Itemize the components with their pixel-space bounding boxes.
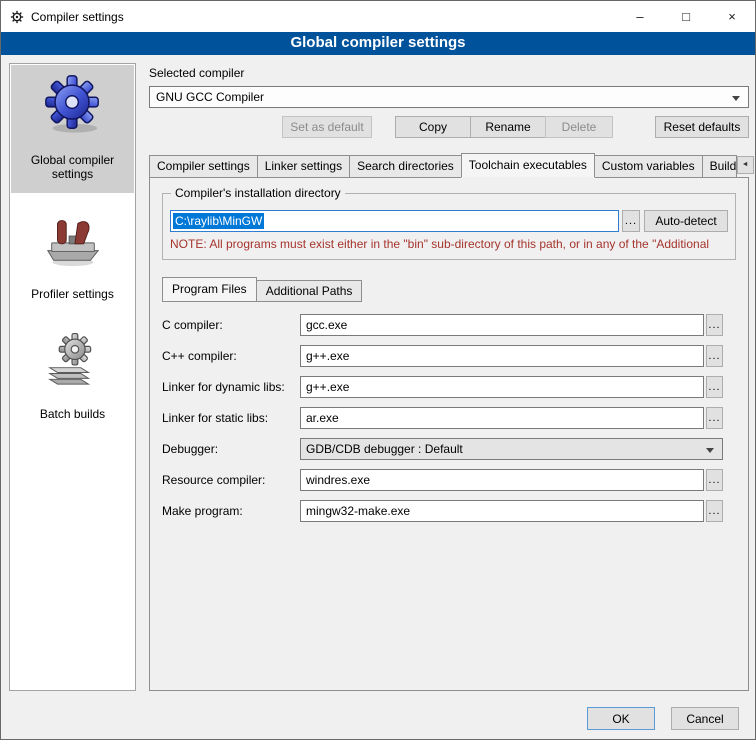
tab-strip: Compiler settings Linker settings Search… [149,152,749,177]
set-as-default-button[interactable]: Set as default [282,116,372,138]
install-dir-groupbox: Compiler's installation directory C:\ray… [162,193,736,260]
form-row: Debugger: GDB/CDB debugger : Default [162,438,723,460]
field-value: ar.exe [306,411,339,425]
maximize-button[interactable]: □ [663,1,709,32]
static-linker-label: Linker for static libs: [162,411,300,425]
field-value: g++.exe [306,349,349,363]
category-sidebar: Global compiler settings Profiler settin… [9,63,136,691]
compiler-settings-dialog: Compiler settings – □ × Global compiler … [0,0,756,740]
tab-search-directories[interactable]: Search directories [349,155,462,177]
sidebar-item-profiler-settings[interactable]: Profiler settings [11,199,134,313]
auto-detect-button[interactable]: Auto-detect [644,210,728,232]
window-title: Compiler settings [31,10,124,24]
tab-scroll-buttons: ◄ ► [736,156,756,174]
install-dir-browse-button[interactable]: ... [622,210,640,232]
browse-button[interactable]: ... [706,376,723,398]
sidebar-item-batch-builds[interactable]: Batch builds [11,319,134,433]
rename-button[interactable]: Rename [470,116,546,138]
tab-custom-variables[interactable]: Custom variables [594,155,703,177]
window-controls: – □ × [617,1,755,32]
blue-gear-icon [42,73,104,135]
compiler-select-value: GNU GCC Compiler [156,90,264,104]
minimize-button[interactable]: – [617,1,663,32]
copy-button[interactable]: Copy [395,116,471,138]
delete-button[interactable]: Delete [545,116,613,138]
form-row: Linker for static libs: ar.exe ... [162,407,723,429]
install-dir-value: C:\raylib\MinGW [173,213,264,229]
debugger-label: Debugger: [162,442,300,456]
sidebar-item-label: Profiler settings [31,287,114,301]
field-value: GDB/CDB debugger : Default [306,442,463,456]
field-value: gcc.exe [306,318,347,332]
reset-defaults-button[interactable]: Reset defaults [655,116,749,138]
field-value: g++.exe [306,380,349,394]
browse-button[interactable]: ... [706,407,723,429]
form-row: Linker for dynamic libs: g++.exe ... [162,376,723,398]
compiler-select[interactable]: GNU GCC Compiler [149,86,749,108]
program-subtabs: Program Files Additional Paths [162,277,736,302]
tab-build[interactable]: Build [702,155,737,177]
sidebar-item-label: Batch builds [40,407,105,421]
tab-toolchain-executables[interactable]: Toolchain executables [461,153,595,178]
static-linker-input[interactable]: ar.exe [300,407,704,429]
page-title: Global compiler settings [1,32,755,55]
dynamic-linker-label: Linker for dynamic libs: [162,380,300,394]
cancel-button[interactable]: Cancel [671,707,739,730]
toolchain-panel: Compiler's installation directory C:\ray… [149,177,749,691]
profiler-tool-icon [42,207,104,269]
ok-button[interactable]: OK [587,707,655,730]
chevron-down-icon [706,448,714,453]
cpp-compiler-input[interactable]: g++.exe [300,345,704,367]
c-compiler-label: C compiler: [162,318,300,332]
browse-button[interactable]: ... [706,314,723,336]
gray-gear-stack-icon [42,327,104,389]
browse-button[interactable]: ... [706,500,723,522]
chevron-down-icon [732,96,740,101]
browse-button[interactable]: ... [706,469,723,491]
sidebar-item-label: Global compiler settings [13,153,132,181]
app-gear-icon [10,10,24,24]
resource-compiler-label: Resource compiler: [162,473,300,487]
titlebar[interactable]: Compiler settings – □ × [1,1,755,32]
make-program-label: Make program: [162,504,300,518]
install-dir-group-title: Compiler's installation directory [171,186,345,200]
form-row: C++ compiler: g++.exe ... [162,345,723,367]
form-row: Resource compiler: windres.exe ... [162,469,723,491]
field-value: mingw32-make.exe [306,504,410,518]
main-content: Selected compiler GNU GCC Compiler Set a… [149,63,749,691]
tab-compiler-settings[interactable]: Compiler settings [149,155,258,177]
compiler-actions: Set as default Copy Rename Delete Reset … [149,116,749,138]
form-row: C compiler: gcc.exe ... [162,314,723,336]
tab-linker-settings[interactable]: Linker settings [257,155,350,177]
field-value: windres.exe [306,473,370,487]
make-program-input[interactable]: mingw32-make.exe [300,500,704,522]
subtab-additional-paths[interactable]: Additional Paths [256,280,363,302]
bin-note-text: NOTE: All programs must exist either in … [170,237,728,251]
close-button[interactable]: × [709,1,755,32]
dynamic-linker-input[interactable]: g++.exe [300,376,704,398]
selected-compiler-label: Selected compiler [149,66,749,80]
cpp-compiler-label: C++ compiler: [162,349,300,363]
form-row: Make program: mingw32-make.exe ... [162,500,723,522]
resource-compiler-input[interactable]: windres.exe [300,469,704,491]
tab-scroll-left-icon[interactable]: ◄ [737,156,754,174]
browse-button[interactable]: ... [706,345,723,367]
c-compiler-input[interactable]: gcc.exe [300,314,704,336]
sidebar-item-global-compiler-settings[interactable]: Global compiler settings [11,65,134,193]
install-dir-input[interactable]: C:\raylib\MinGW [170,210,619,232]
program-files-form: C compiler: gcc.exe ... C++ compiler: g+… [162,314,736,522]
debugger-select[interactable]: GDB/CDB debugger : Default [300,438,723,460]
subtab-program-files[interactable]: Program Files [162,277,257,302]
